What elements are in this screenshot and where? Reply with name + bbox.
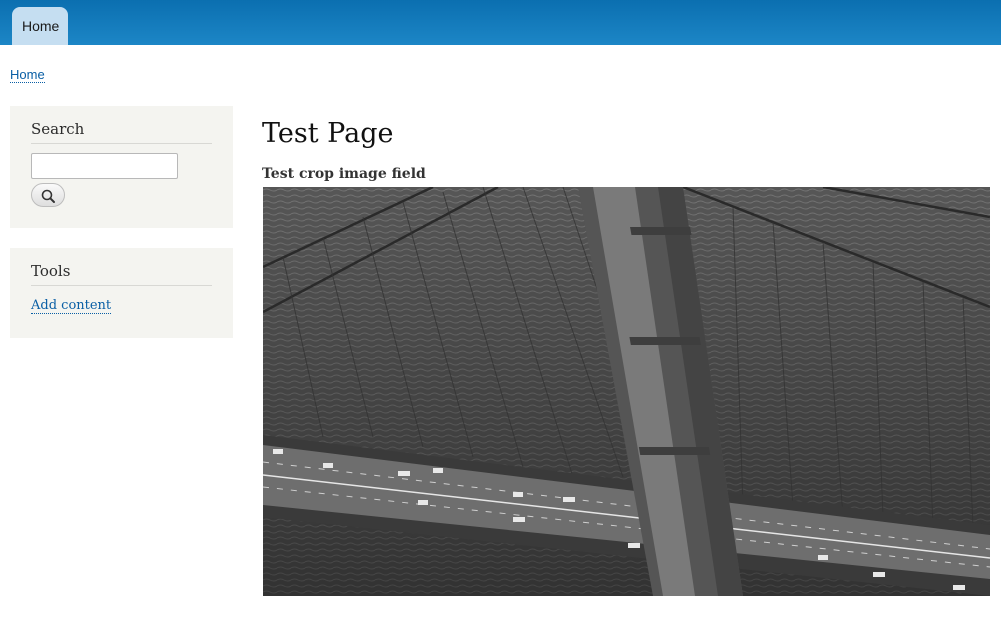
breadcrumb-home-link[interactable]: Home: [10, 67, 45, 83]
bridge-photo-image: [263, 187, 990, 596]
search-block: Search: [10, 106, 233, 228]
add-content-link[interactable]: Add content: [31, 298, 112, 314]
tools-block: Tools Add content: [10, 248, 233, 338]
search-input[interactable]: [31, 153, 178, 179]
tools-block-title: Tools: [31, 262, 212, 286]
top-navigation-bar: Home: [0, 0, 1001, 45]
tab-home[interactable]: Home: [12, 7, 68, 45]
search-icon: [41, 189, 55, 203]
image-field-label: Test crop image field: [262, 166, 426, 182]
search-button[interactable]: [31, 183, 65, 207]
search-block-title: Search: [31, 120, 212, 144]
breadcrumb: Home: [10, 67, 45, 83]
page-title: Test Page: [262, 118, 394, 149]
tools-links: Add content: [31, 298, 212, 314]
